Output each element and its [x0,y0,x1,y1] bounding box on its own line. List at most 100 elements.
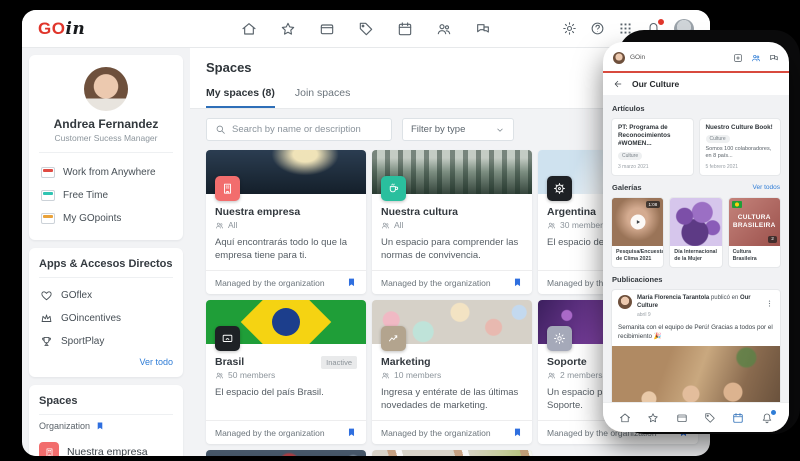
helm-icon [547,176,572,201]
phone-app-bar: GOin [603,42,789,67]
chat-icon[interactable] [769,53,779,63]
bookmark-icon[interactable] [346,277,357,288]
brazil-flag-icon [731,201,742,209]
settings-icon[interactable] [562,21,577,36]
trend-icon [381,326,406,351]
article-tag: Culture [618,151,643,160]
gopoints-icon [41,213,55,224]
phone-page-title: Our Culture [632,79,680,89]
post-menu-icon[interactable] [765,295,774,313]
gallery-item-video[interactable]: 1:08 Pesquisa/Encuesta de Clima 2021 [611,197,665,269]
post-author-avatar[interactable] [618,295,632,310]
article-tag: Culture [705,135,730,144]
ver-todos-link[interactable]: Ver todos [753,184,780,191]
members-icon [215,371,224,380]
space-card-marketing[interactable]: Marketing 10 members Ingresa y entérate … [372,300,532,444]
tag-icon[interactable] [704,412,716,424]
app-item-label: GOflex [61,290,93,301]
home-icon[interactable] [241,21,257,37]
people-icon[interactable] [751,53,761,63]
article-date: 3 marzo 2021 [618,164,649,171]
managed-label: Managed by the organization [215,427,325,438]
status-badge: Inactive [321,356,357,369]
article-card[interactable]: PT: Programa de Reconocimientos #WOMEN..… [611,118,694,177]
wallet-icon[interactable] [319,21,335,37]
space-card-nuestra-cultura[interactable]: Nuestra cultura All Un espacio para comp… [372,150,532,294]
sidebar-item-work-from-anywhere[interactable]: Work from Anywhere [39,161,173,184]
sidebar-item-label: Work from Anywhere [63,167,156,178]
sidebar: Andrea Fernandez Customer Sucess Manager… [22,48,190,456]
sidebar-item-free-time[interactable]: Free Time [39,184,173,207]
card-description: Aquí encontrarás todo lo que la empresa … [215,237,348,261]
sidebar-item-sportplay[interactable]: SportPlay [39,330,173,353]
add-post-icon[interactable] [733,53,743,63]
space-card-nuestra-empresa[interactable]: Nuestra empresa All Aquí encontrarás tod… [206,150,366,294]
sidebar-item-label: My GOpoints [63,213,122,224]
phone-app-label: GOin [630,54,646,61]
post-action: publicó en [710,295,739,302]
photo-count-badge: 2 [768,236,777,244]
bell-badge [770,409,776,415]
space-card-brasil[interactable]: Inactive Brasil 50 members El espacio de… [206,300,366,444]
sidebar-item-goincentives[interactable]: GOincentives [39,307,173,330]
calendar-icon[interactable] [397,21,413,37]
members-count: 50 members [228,370,276,380]
sidebar-item-my-gopoints[interactable]: My GOpoints [39,207,173,230]
chevron-down-icon [495,125,505,135]
phone-user-avatar[interactable] [613,51,625,64]
video-duration: 1:08 [645,201,661,209]
goin-logo[interactable]: GOin [38,19,85,39]
star-icon[interactable] [647,412,659,424]
phone-bottom-nav [603,402,789,432]
people-icon[interactable] [436,21,452,37]
space-card-runners[interactable]: Runners 3 members [372,450,532,456]
spaces-card-title: Spaces [39,395,173,415]
card-title: Nuestra cultura [381,206,459,218]
ver-todo-link[interactable]: Ver todo [39,357,173,367]
bookmark-icon[interactable] [512,427,523,438]
profile-name: Andrea Fernandez [53,117,159,131]
sidebar-item-goflex[interactable]: GOflex [39,284,173,307]
filter-by-type-dropdown[interactable]: Filter by type [402,118,514,141]
bookmark-icon[interactable] [346,427,357,438]
help-icon[interactable] [590,21,605,36]
spaces-card: Spaces Organization Nuestra empresa Nues… [29,385,183,456]
illustration-thumbnail [670,198,722,247]
logo-in: in [65,18,86,39]
calendar-icon[interactable] [732,412,744,424]
phone-scroll-area[interactable]: Artículos PT: Programa de Reconocimiento… [603,95,789,432]
members-count: All [228,220,238,230]
bookmark-icon[interactable] [512,277,523,288]
space-card-auditores[interactable]: Inactive Auditores 3 members [206,450,366,456]
post-timestamp: abril 9 [637,311,651,318]
card-title: Nuestra empresa [215,206,301,218]
post-author[interactable]: María Florencia Tarantola [637,295,709,301]
search-input[interactable] [232,124,383,135]
bell-icon[interactable] [761,409,776,424]
gallery-item-mujer[interactable]: Día Internacional de la Mujer [669,197,723,269]
organization-label: Organization [39,421,91,431]
article-card[interactable]: Nuestro Culture Book! Culture Somos 100 … [698,118,781,177]
home-icon[interactable] [619,412,631,424]
star-icon[interactable] [280,21,296,37]
play-icon[interactable] [630,214,646,230]
members-count: 2 members [560,370,603,380]
profile-avatar[interactable] [84,67,128,111]
members-count: All [394,220,404,230]
gallery-item-brasileira[interactable]: CULTURA BRASILEIRA 2 Cultura Brasileira [727,197,781,269]
app-item-label: SportPlay [61,336,105,347]
wallet-icon[interactable] [676,412,688,424]
article-title: PT: Programa de Reconocimientos #WOMEN..… [618,124,671,148]
members-icon [381,221,390,230]
chat-icon[interactable] [475,21,491,37]
album-thumbnail: CULTURA BRASILEIRA 2 [728,198,780,247]
tab-join-spaces[interactable]: Join spaces [295,87,350,108]
article-excerpt: Somos 100 colaboradores, en 8 país... [705,146,772,160]
tab-my-spaces[interactable]: My spaces (8) [206,87,275,108]
search-icon [215,124,226,135]
video-thumbnail: 1:08 [612,198,664,247]
back-arrow-icon[interactable] [613,79,623,89]
tag-icon[interactable] [358,21,374,37]
sidebar-space-nuestra-empresa[interactable]: Nuestra empresa [39,437,173,456]
managed-label: Managed by the organization [381,427,491,438]
